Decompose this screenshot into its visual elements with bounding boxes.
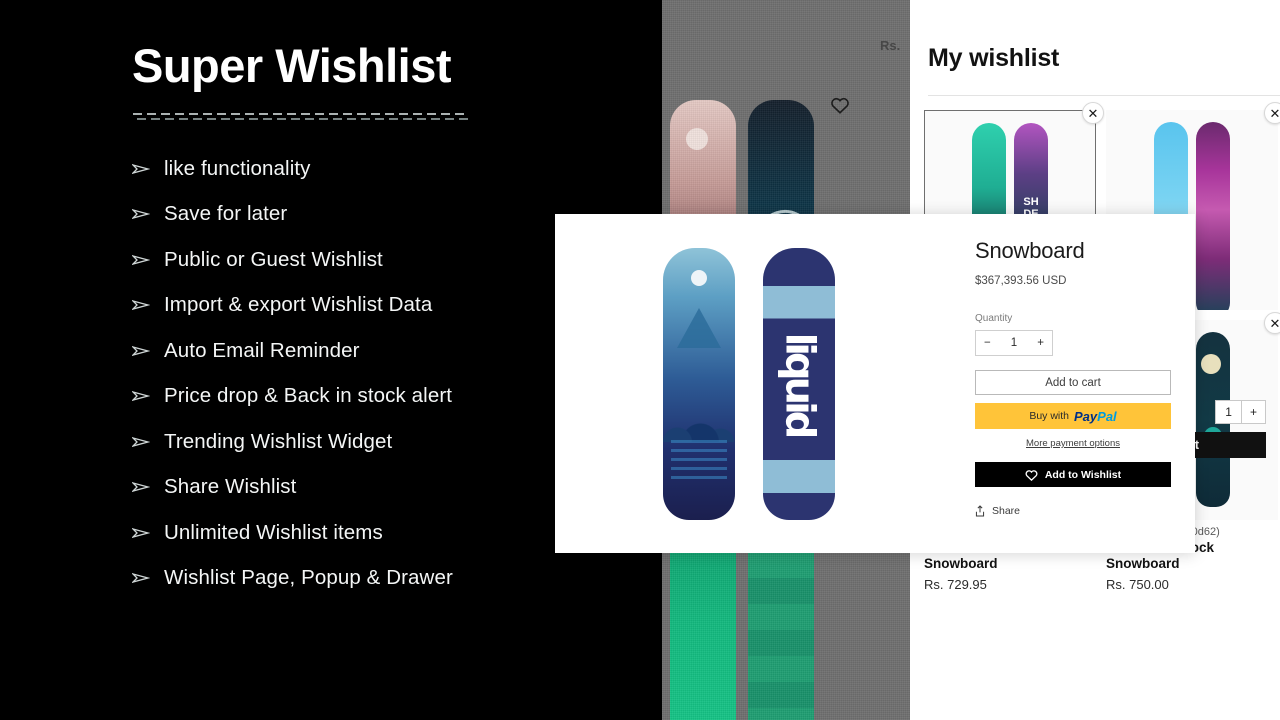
partial-qty-plus[interactable]: + xyxy=(1240,401,1265,423)
product-price: $367,393.56 USD xyxy=(975,275,1067,287)
arrow-bullet-icon xyxy=(132,207,150,221)
feature-label: Auto Email Reminder xyxy=(164,338,360,362)
snowboard-liquid-graphic: liquid xyxy=(763,247,835,520)
feature-label: Share Wishlist xyxy=(164,475,297,499)
quick-view-modal: liquid Snowboard $367,393.56 USD Quantit… xyxy=(555,214,1195,553)
arrow-bullet-icon xyxy=(132,298,150,312)
background-price-label: Rs. xyxy=(880,38,901,53)
remove-item-icon[interactable]: ✕ xyxy=(1264,102,1280,124)
paypal-prefix-label: Buy with xyxy=(1029,410,1070,422)
arrow-bullet-icon xyxy=(132,253,150,267)
screenshot-stage: Rs. My wishlist ✕ SHDE ✕ xyxy=(0,0,1280,720)
lake-shape xyxy=(671,439,727,482)
arrow-bullet-icon xyxy=(132,435,150,449)
heart-icon xyxy=(1025,469,1038,481)
buy-with-paypal-button[interactable]: Buy with PayPal xyxy=(975,403,1171,429)
partial-qty-value: 1 xyxy=(1225,405,1232,419)
feature-label: Save for later xyxy=(164,202,288,226)
feature-label: Import & export Wishlist Data xyxy=(164,293,433,317)
feature-item: like functionality xyxy=(132,146,632,192)
drawer-divider xyxy=(928,95,1280,96)
more-payment-options-link[interactable]: More payment options xyxy=(975,438,1171,449)
share-icon xyxy=(975,505,985,517)
board-magenta xyxy=(1196,122,1230,310)
feature-label: Wishlist Page, Popup & Drawer xyxy=(164,566,453,590)
quantity-increase-button[interactable]: + xyxy=(1037,337,1044,349)
add-to-wishlist-label: Add to Wishlist xyxy=(1044,468,1122,481)
arrow-bullet-icon xyxy=(132,571,150,585)
add-to-wishlist-button[interactable]: Add to Wishlist xyxy=(975,462,1171,487)
product-details: Snowboard $367,393.56 USD Quantity − 1 +… xyxy=(943,214,1195,553)
paypal-logo-icon: PayPal xyxy=(1074,408,1117,424)
feature-label: Trending Wishlist Widget xyxy=(164,429,393,453)
title-divider xyxy=(133,110,468,124)
arrow-bullet-icon xyxy=(132,162,150,176)
product-price: Rs. 729.95 xyxy=(924,576,987,592)
arrow-bullet-icon xyxy=(132,526,150,540)
page-title: Super Wishlist xyxy=(132,39,452,92)
share-label: Share xyxy=(992,505,1021,517)
product-image-area: liquid xyxy=(555,214,943,553)
product-title: Snowboard xyxy=(975,238,1085,263)
quantity-value[interactable]: 1 xyxy=(1011,337,1017,349)
quantity-stepper[interactable]: − 1 + xyxy=(975,330,1053,356)
arrow-bullet-icon xyxy=(132,389,150,403)
quantity-label: Quantity xyxy=(975,313,1013,324)
remove-item-icon[interactable]: ✕ xyxy=(1082,102,1104,124)
quantity-decrease-button[interactable]: − xyxy=(984,337,991,349)
feature-label: Price drop & Back in stock alert xyxy=(164,384,453,408)
partial-quantity-stepper[interactable]: 1 + xyxy=(1215,400,1266,424)
arrow-bullet-icon xyxy=(132,344,150,358)
feature-label: Unlimited Wishlist items xyxy=(164,520,383,544)
drawer-title: My wishlist xyxy=(928,44,1060,72)
trees-shape xyxy=(663,341,735,442)
add-to-cart-button[interactable]: Add to cart xyxy=(975,370,1171,395)
moon-shape xyxy=(691,269,707,286)
arrow-bullet-icon xyxy=(132,480,150,494)
product-price: Rs. 750.00 xyxy=(1106,576,1169,592)
feature-item: Wishlist Page, Popup & Drawer xyxy=(132,556,632,602)
snowboard-forest-graphic xyxy=(663,247,735,520)
liquid-wordmark: liquid xyxy=(776,332,822,435)
remove-item-icon[interactable]: ✕ xyxy=(1264,312,1280,334)
heart-outline-icon[interactable] xyxy=(830,96,850,114)
feature-label: like functionality xyxy=(164,156,311,180)
feature-label: Public or Guest Wishlist xyxy=(164,247,383,271)
share-button[interactable]: Share xyxy=(975,505,1171,517)
